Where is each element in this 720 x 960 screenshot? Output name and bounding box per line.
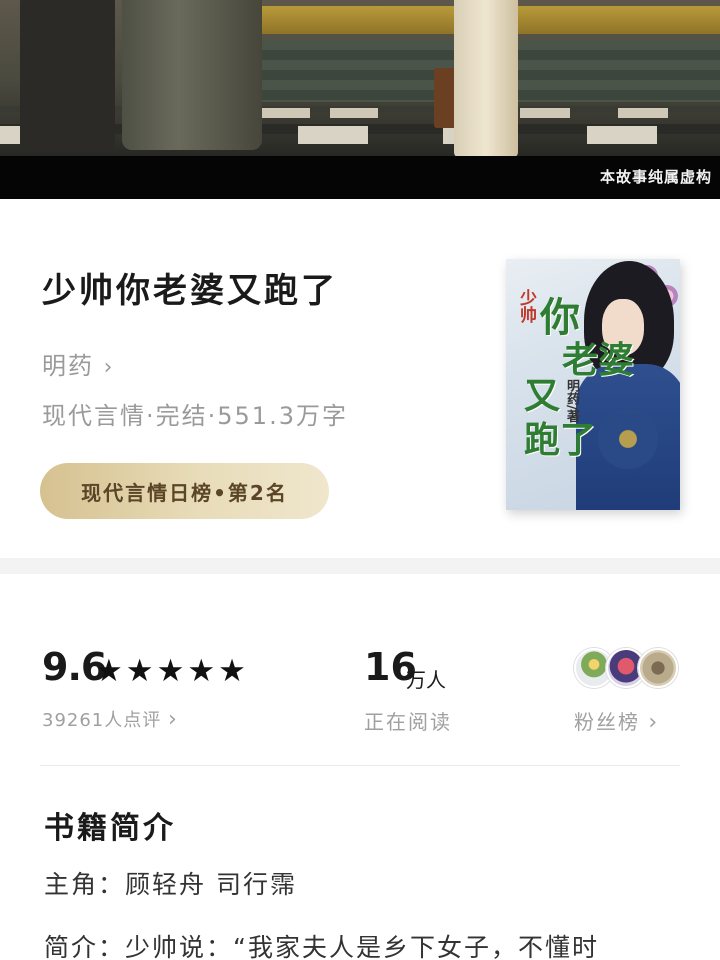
banner-rail-mark bbox=[298, 126, 368, 144]
readers-label: 正在阅读 bbox=[364, 710, 452, 734]
intro-heading: 书籍简介 bbox=[44, 811, 176, 846]
author-name: 明药 bbox=[42, 352, 94, 380]
intro-cast: 主角：顾轻舟 司行霈 bbox=[44, 870, 297, 899]
divider bbox=[40, 765, 680, 766]
banner-rail-mark bbox=[330, 108, 378, 118]
cover-title-text: 跑了 bbox=[524, 419, 597, 461]
chevron-right-icon: › bbox=[168, 707, 178, 732]
banner-image[interactable]: 本故事纯属虚构 bbox=[0, 0, 720, 199]
rating-count-link[interactable]: 39261人点评 › bbox=[42, 706, 178, 732]
chevron-right-icon: › bbox=[648, 710, 660, 735]
cover-robe-pattern bbox=[598, 409, 658, 469]
rating-stars: ★★★★★ bbox=[95, 653, 249, 689]
cover-author-text: 明药/著 bbox=[564, 379, 579, 423]
banner-figure bbox=[20, 0, 115, 150]
banner-rail-mark bbox=[520, 108, 570, 118]
book-title: 少帅你老婆又跑了 bbox=[42, 271, 338, 311]
banner-rail-mark bbox=[587, 126, 657, 144]
cover-title-text: 老婆 bbox=[562, 339, 635, 381]
fans-ranking-link[interactable]: 粉丝榜 › bbox=[574, 706, 659, 735]
cover-title-text: 少帅 bbox=[516, 289, 536, 323]
section-divider bbox=[0, 558, 720, 574]
banner-figure bbox=[122, 0, 262, 150]
readers-unit: 万人 bbox=[406, 668, 446, 692]
fans-label: 粉丝榜 bbox=[574, 710, 640, 734]
intro-text[interactable]: 简介：少帅说：“我家夫人是乡下女子，不懂时 bbox=[44, 928, 599, 960]
rank-badge-label: 现代言情日榜•第2名 bbox=[81, 480, 288, 505]
banner-rail-mark bbox=[262, 108, 310, 118]
book-meta: 现代言情·完结·551.3万字 bbox=[42, 402, 348, 430]
rating-count: 39261人点评 bbox=[42, 710, 162, 731]
fan-avatars[interactable] bbox=[574, 648, 684, 690]
book-detail-page: 本故事纯属虚构 少帅你老婆又跑了 明药 › 现代言情·完结·551.3万字 现代… bbox=[0, 0, 720, 960]
author-link[interactable]: 明药 › bbox=[42, 346, 114, 381]
book-cover[interactable]: 少帅 你 老婆 又 跑了 明药/著 bbox=[506, 259, 680, 510]
chevron-right-icon: › bbox=[103, 355, 115, 380]
banner-disclaimer: 本故事纯属虚构 bbox=[599, 168, 712, 186]
rank-badge[interactable]: 现代言情日榜•第2名 bbox=[40, 463, 329, 519]
avatar bbox=[638, 648, 678, 688]
banner-figure bbox=[454, 0, 518, 158]
banner-rail-mark bbox=[618, 108, 668, 118]
